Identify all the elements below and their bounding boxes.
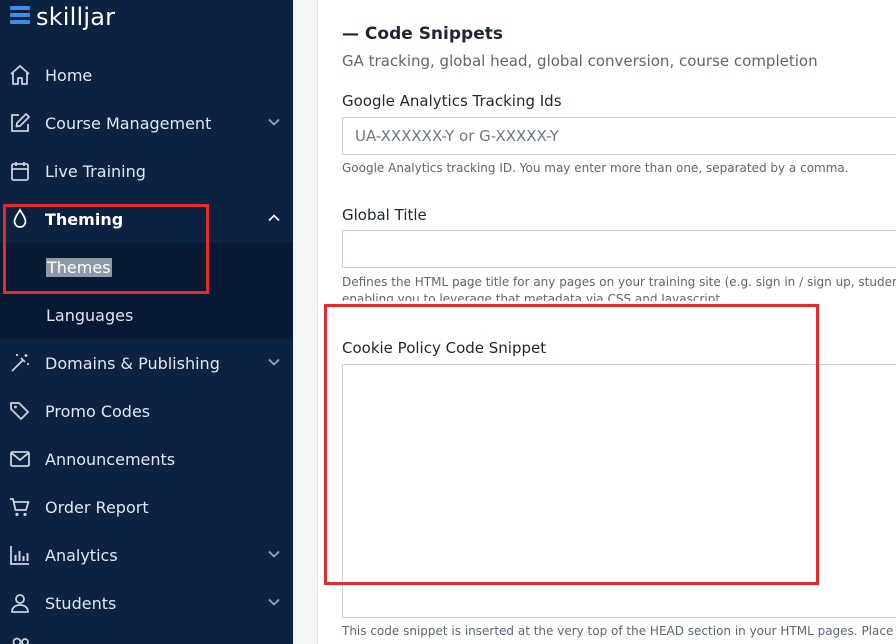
sidebar-item-students[interactable]: Students [0,579,293,627]
sidebar-item-label: Students [45,593,117,613]
droplet-icon [13,208,27,228]
global-title-help-line-1: Defines the HTML page title for any page… [342,275,896,289]
sidebar-item-live-training[interactable]: Live Training [0,147,293,195]
edit-icon [11,113,30,132]
user-icon [11,594,29,613]
sidebar-item-label: Order Report [45,497,149,517]
home-icon [10,65,30,85]
ga-tracking-input[interactable] [342,117,896,155]
magic-wand-icon [11,354,29,372]
submenu-item-languages[interactable]: Languages [0,291,293,339]
sidebar-item-order-report[interactable]: Order Report [0,483,293,531]
sidebar-item-label: Theming [45,209,124,229]
bar-chart-icon [10,546,29,565]
sidebar-item-label: Home [45,65,93,85]
global-title-input[interactable] [342,230,896,268]
chevron-up-icon[interactable] [267,211,281,225]
sidebar-item-label: Promo Codes [45,401,151,421]
sidebar-item-home[interactable]: Home [0,51,293,99]
sidebar-item-label: Domains & Publishing [45,353,220,373]
brand-name: skilljar [36,3,116,31]
submenu-item-label: Themes [46,257,112,277]
sidebar-item-label: Live Training [45,161,146,181]
cart-icon [10,498,30,517]
sidebar-item-label: Course Management [45,113,212,133]
global-title-help-line-2: enabling you to leverage that metadata v… [342,292,724,301]
chevron-down-icon[interactable] [267,115,281,129]
chevron-down-icon[interactable] [267,547,281,561]
users-icon [12,637,29,644]
calendar-icon [11,162,29,181]
sidebar-item-course-management[interactable]: Course Management [0,99,293,147]
sidebar-item-domains-publishing[interactable]: Domains & Publishing [0,339,293,387]
cookie-policy-textarea[interactable] [342,364,896,618]
submenu-item-themes[interactable]: Themes [0,243,293,291]
tags-icon [10,402,29,420]
sidebar-item-announcements[interactable]: Announcements [0,435,293,483]
ga-tracking-label: Google Analytics Tracking Ids [342,92,562,110]
ga-tracking-help: Google Analytics tracking ID. You may en… [342,161,849,175]
submenu-item-label: Languages [46,305,134,325]
global-title-label: Global Title [342,206,427,224]
cookie-policy-label: Cookie Policy Code Snippet [342,339,547,357]
chevron-down-icon[interactable] [267,595,281,609]
sidebar-item-analytics[interactable]: Analytics [0,531,293,579]
sidebar: skilljar Home Course Management Live Tra… [0,0,293,644]
cookie-policy-help: This code snippet is inserted at the ver… [342,624,896,638]
main-content: — Code Snippets GA tracking, global head… [318,0,896,644]
chevron-down-icon[interactable] [267,355,281,369]
section-subtitle: GA tracking, global head, global convers… [342,52,818,70]
brand-logo[interactable]: skilljar [10,0,115,34]
sidebar-item-theming[interactable]: Theming [0,195,293,243]
sidebar-item-label: Announcements [45,449,176,469]
skilljar-logo-icon [10,6,30,28]
content-gutter [293,0,318,644]
section-title[interactable]: — Code Snippets [342,24,503,44]
sidebar-item-label: Analytics [45,545,118,565]
theming-submenu: Themes Languages [0,243,293,339]
envelope-icon [10,451,30,467]
sidebar-item-promo-codes[interactable]: Promo Codes [0,387,293,435]
